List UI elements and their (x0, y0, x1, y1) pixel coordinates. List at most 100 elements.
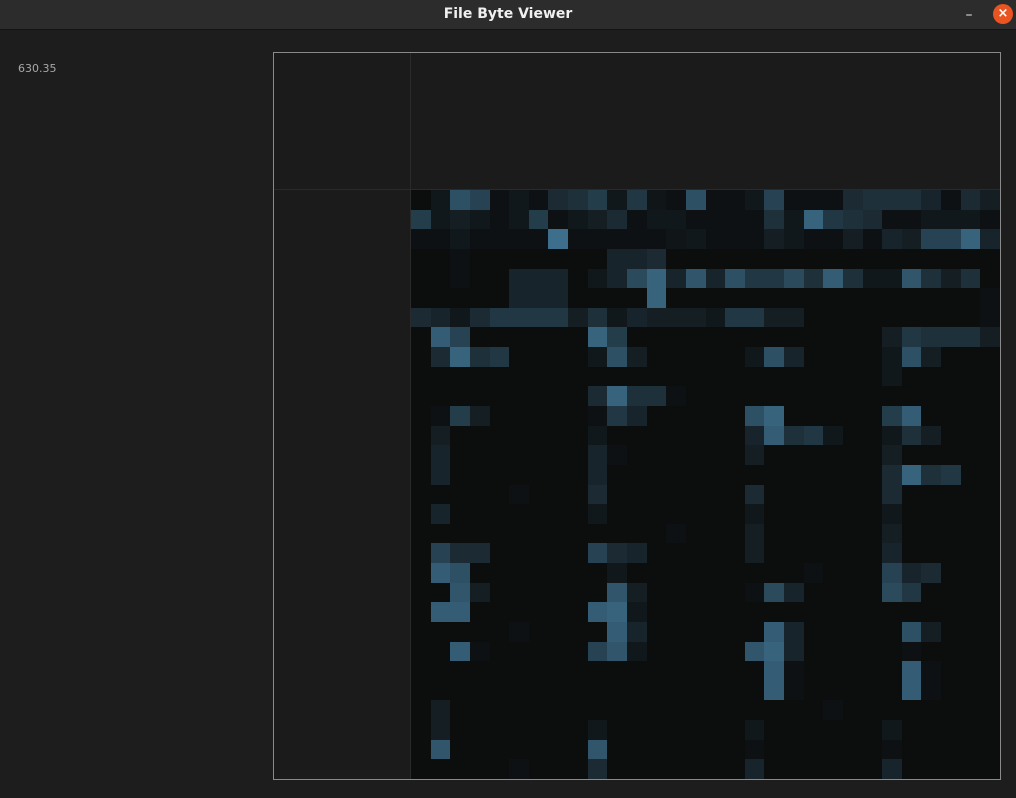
byte-cell (430, 248, 451, 269)
byte-cell (646, 248, 667, 269)
byte-cell (725, 347, 746, 368)
byte-cell (882, 739, 903, 760)
byte-cell (941, 621, 962, 642)
byte-cell (784, 759, 805, 780)
byte-cell (489, 543, 510, 564)
byte-cell (430, 209, 451, 230)
byte-cell (528, 464, 549, 485)
close-button[interactable]: × (993, 4, 1013, 24)
byte-cell (430, 739, 451, 760)
byte-cell (528, 720, 549, 741)
byte-cell (450, 307, 471, 328)
byte-cell (842, 582, 863, 603)
byte-cell (882, 523, 903, 544)
byte-cell (941, 190, 962, 210)
byte-cell (450, 563, 471, 584)
byte-grid[interactable] (411, 190, 1001, 780)
byte-cell (764, 268, 785, 289)
byte-cell (646, 739, 667, 760)
byte-cell (646, 229, 667, 250)
byte-cell (528, 288, 549, 309)
byte-cell (411, 563, 431, 584)
byte-cell (764, 700, 785, 721)
byte-cell (862, 700, 883, 721)
byte-cell (842, 268, 863, 289)
byte-cell (842, 484, 863, 505)
byte-cell (921, 405, 942, 426)
byte-cell (469, 680, 490, 701)
byte-cell (528, 641, 549, 662)
byte-cell (744, 523, 765, 544)
byte-cell (528, 405, 549, 426)
byte-cell (430, 641, 451, 662)
byte-cell (764, 543, 785, 564)
byte-cell (548, 602, 569, 623)
byte-cell (960, 445, 981, 466)
byte-cell (705, 425, 726, 446)
byte-cell (587, 641, 608, 662)
byte-cell (666, 425, 687, 446)
byte-cell (725, 523, 746, 544)
byte-cell (685, 563, 706, 584)
byte-cell (803, 327, 824, 348)
byte-cell (469, 759, 490, 780)
byte-cell (469, 347, 490, 368)
byte-cell (921, 700, 942, 721)
byte-cell (685, 602, 706, 623)
byte-cell (528, 759, 549, 780)
byte-cell (626, 209, 647, 230)
byte-cell (411, 504, 431, 525)
byte-cell (548, 661, 569, 682)
byte-cell (666, 405, 687, 426)
byte-cell (744, 739, 765, 760)
byte-cell (509, 405, 530, 426)
byte-cell (607, 445, 628, 466)
byte-cell (823, 405, 844, 426)
byte-cell (803, 307, 824, 328)
byte-cell (725, 229, 746, 250)
byte-cell (921, 563, 942, 584)
byte-cell (568, 288, 589, 309)
byte-cell (921, 543, 942, 564)
byte-cell (960, 425, 981, 446)
byte-cell (901, 661, 922, 682)
byte-cell (784, 602, 805, 623)
byte-cell (489, 720, 510, 741)
minimize-button[interactable]: – (960, 6, 978, 24)
byte-cell (489, 621, 510, 642)
byte-cell (528, 504, 549, 525)
byte-cell (901, 504, 922, 525)
byte-cell (685, 543, 706, 564)
byte-cell (901, 700, 922, 721)
byte-cell (411, 347, 431, 368)
byte-cell (901, 327, 922, 348)
byte-cell (980, 563, 1001, 584)
byte-cell (685, 582, 706, 603)
byte-cell (587, 700, 608, 721)
byte-cell (626, 661, 647, 682)
byte-cell (725, 543, 746, 564)
byte-cell (803, 563, 824, 584)
byte-cell (823, 190, 844, 210)
byte-cell (882, 582, 903, 603)
byte-cell (646, 700, 667, 721)
byte-cell (469, 621, 490, 642)
byte-cell (607, 307, 628, 328)
byte-cell (823, 425, 844, 446)
byte-cell (509, 190, 530, 210)
byte-cell (882, 209, 903, 230)
byte-cell (921, 366, 942, 387)
byte-cell (823, 661, 844, 682)
byte-cell (842, 680, 863, 701)
byte-viewer-canvas[interactable] (273, 52, 1001, 780)
byte-cell (882, 661, 903, 682)
byte-cell (862, 307, 883, 328)
byte-cell (882, 190, 903, 210)
byte-cell (901, 307, 922, 328)
byte-cell (882, 641, 903, 662)
byte-cell (862, 366, 883, 387)
title-bar[interactable]: File Byte Viewer – × (0, 0, 1016, 30)
byte-cell (489, 347, 510, 368)
byte-cell (528, 543, 549, 564)
byte-cell (450, 680, 471, 701)
